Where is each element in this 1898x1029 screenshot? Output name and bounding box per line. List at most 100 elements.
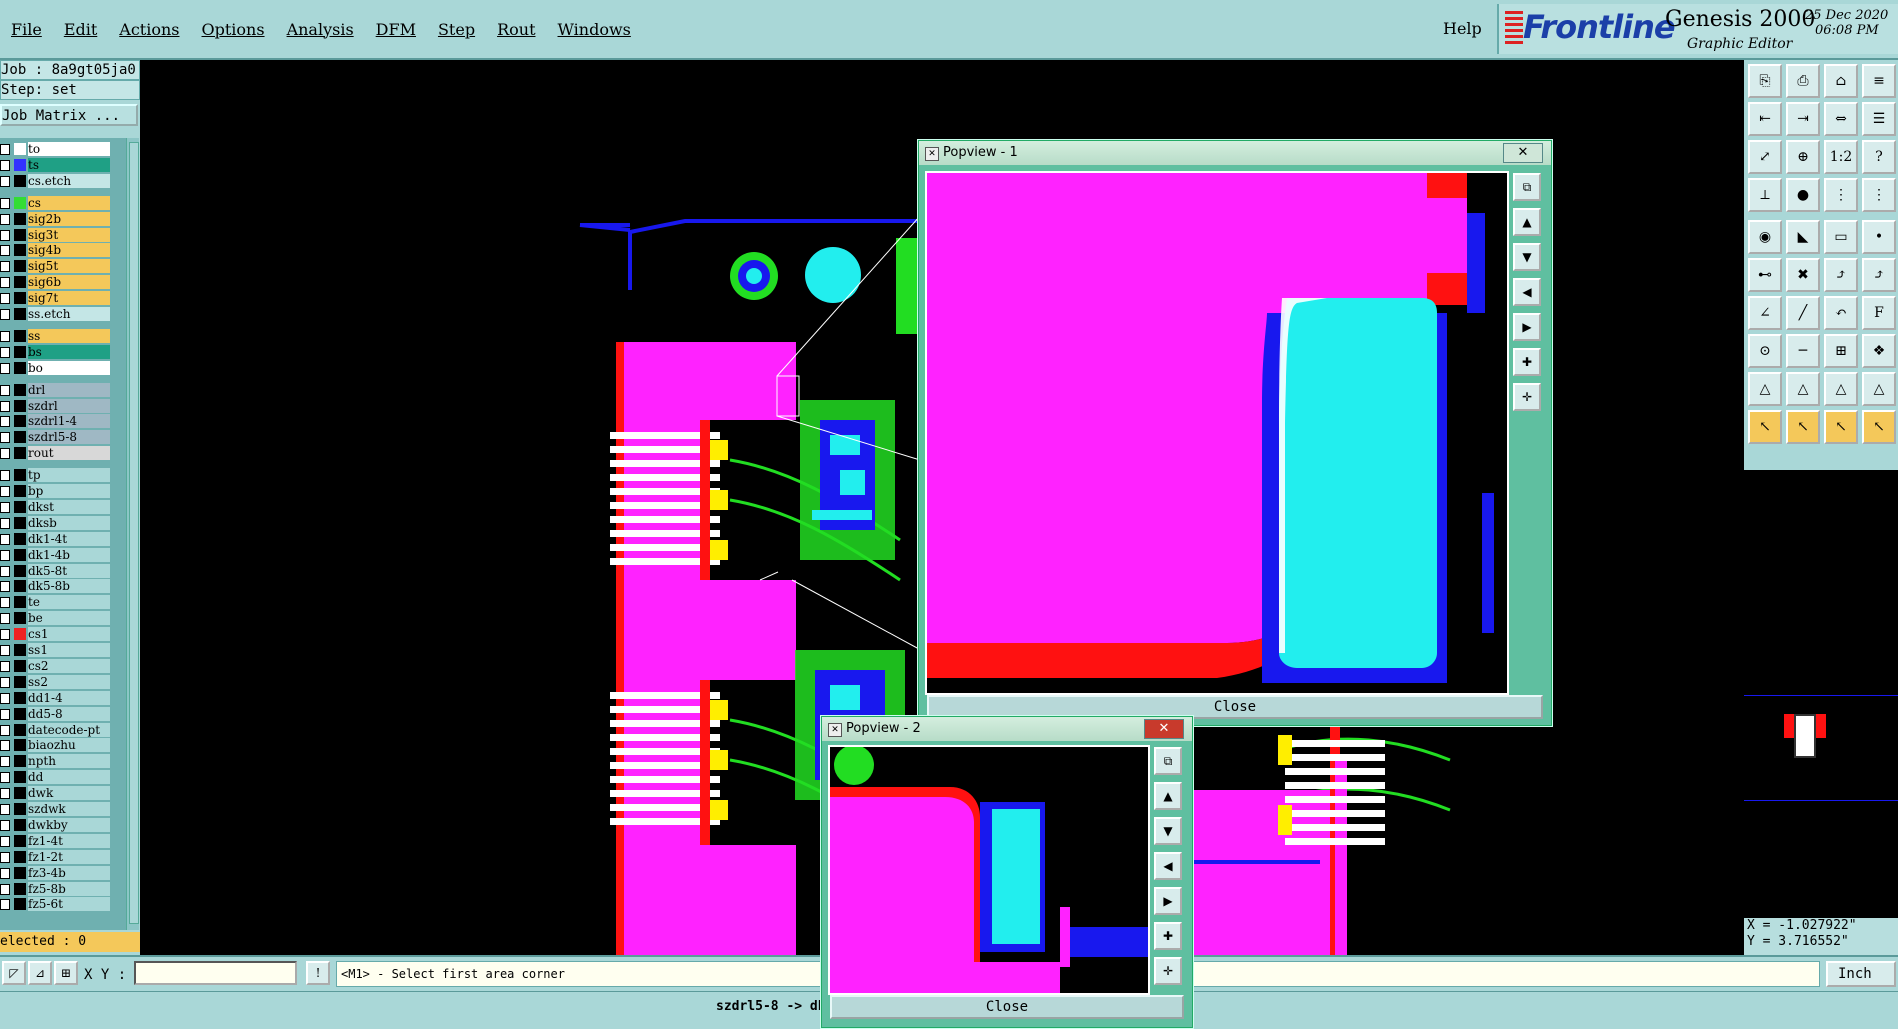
layer-name[interactable]: dk5-8b: [28, 579, 110, 594]
layer-name[interactable]: dwk: [28, 786, 110, 801]
layer-name[interactable]: bp: [28, 484, 110, 498]
layer-checkbox[interactable]: [0, 362, 10, 374]
layers-icon[interactable]: ≡: [1862, 64, 1896, 98]
popview-2-titlebar[interactable]: ✕ Popview - 2 ✕: [822, 717, 1192, 741]
layer-name[interactable]: bo: [28, 360, 110, 375]
layer-checkbox[interactable]: [0, 756, 10, 768]
layer-checkbox[interactable]: [0, 346, 10, 358]
job-matrix-button[interactable]: Job Matrix ...: [0, 104, 138, 126]
menu-actions[interactable]: Actions: [108, 20, 190, 39]
layer-checkbox[interactable]: [0, 470, 10, 482]
layer-name[interactable]: ss2: [28, 674, 110, 689]
layer-row[interactable]: datecode-pt: [0, 722, 126, 737]
probe-icon[interactable]: ●: [1786, 178, 1820, 212]
layer-name[interactable]: dk5-8t: [28, 563, 110, 578]
pan-left-icon[interactable]: ◀: [1513, 278, 1541, 306]
layer-checkbox[interactable]: [0, 708, 10, 720]
layer-checkbox[interactable]: [0, 629, 10, 641]
layer-checkbox[interactable]: [0, 486, 10, 497]
layer-row[interactable]: szdrl1-4: [0, 414, 126, 429]
layer-checkbox[interactable]: [0, 597, 10, 609]
cross-icon[interactable]: ✖: [1786, 258, 1820, 292]
layer-row[interactable]: tp: [0, 468, 126, 483]
snap-icon[interactable]: ◸: [2, 961, 26, 985]
layer-row[interactable]: dkst: [0, 499, 126, 514]
zoom-in-icon[interactable]: ✚: [1154, 922, 1182, 950]
zoom-out-icon[interactable]: ✛: [1154, 957, 1182, 985]
layer-checkbox[interactable]: [0, 432, 10, 444]
layer-row[interactable]: bs: [0, 344, 126, 359]
layer-name[interactable]: ss: [28, 328, 110, 343]
layer-checkbox[interactable]: [0, 533, 10, 545]
layer-name[interactable]: szdrl1-4: [28, 414, 110, 429]
layer-checkbox[interactable]: [0, 645, 10, 656]
layer-row[interactable]: sig5t: [0, 259, 126, 274]
layer-row[interactable]: dd: [0, 770, 126, 785]
layer-name[interactable]: dksb: [28, 515, 110, 530]
layer-row[interactable]: drl: [0, 382, 126, 397]
layer-name[interactable]: cs: [28, 195, 110, 210]
layer-row[interactable]: biaozhu: [0, 738, 126, 753]
layer-checkbox[interactable]: [0, 197, 10, 209]
layer-row[interactable]: dk1-4b: [0, 547, 126, 562]
close-icon[interactable]: ✕: [1144, 719, 1184, 739]
layer-row[interactable]: sig6b: [0, 275, 126, 290]
layer-row[interactable]: cs: [0, 195, 126, 210]
layer-name[interactable]: sig7t: [28, 291, 110, 306]
grid-icon[interactable]: ⊞: [54, 961, 78, 985]
layer-name[interactable]: biaozhu: [28, 738, 110, 753]
close-icon[interactable]: ✕: [1503, 143, 1543, 163]
layer-row[interactable]: dksb: [0, 515, 126, 530]
layer-checkbox[interactable]: [0, 277, 10, 289]
layer-name[interactable]: npth: [28, 754, 110, 769]
layer-name[interactable]: cs1: [28, 627, 110, 642]
mirror-icon[interactable]: ⇔: [1824, 102, 1858, 136]
layer-checkbox[interactable]: [0, 448, 10, 460]
layer-row[interactable]: te: [0, 595, 126, 610]
layer-list-scrollbar[interactable]: [126, 138, 139, 930]
layer-name[interactable]: ss1: [28, 643, 110, 657]
triangle2-icon[interactable]: △: [1786, 372, 1820, 406]
home-icon[interactable]: ⌂: [1824, 64, 1858, 98]
menu-dfm[interactable]: DFM: [365, 20, 427, 39]
triangle-icon[interactable]: △: [1748, 372, 1782, 406]
pan-down-icon[interactable]: ▼: [1513, 243, 1541, 271]
stack-icon[interactable]: ☰: [1862, 102, 1896, 136]
layer-row[interactable]: fz3-4b: [0, 865, 126, 880]
pin-icon[interactable]: ⊙: [1748, 334, 1782, 368]
layer-name[interactable]: tp: [28, 468, 110, 483]
layer-checkbox[interactable]: [0, 660, 10, 672]
layer-checkbox[interactable]: [0, 261, 10, 273]
zoom-in-icon[interactable]: ✚: [1513, 348, 1541, 376]
menu-file[interactable]: File: [0, 20, 53, 39]
layer-name[interactable]: cs2: [28, 658, 110, 673]
layer-row[interactable]: szdwk: [0, 802, 126, 816]
layer-row[interactable]: fz1-4t: [0, 833, 126, 848]
layer-checkbox[interactable]: [0, 565, 10, 577]
layer-name[interactable]: sig5t: [28, 259, 110, 274]
zoom-ratio-icon[interactable]: 1:2: [1824, 140, 1858, 174]
layer-checkbox[interactable]: [0, 501, 10, 513]
layer-name[interactable]: cs.etch: [28, 173, 110, 188]
layer-name[interactable]: fz1-4t: [28, 833, 110, 848]
pan-down-icon[interactable]: ▼: [1154, 817, 1182, 845]
layer-checkbox[interactable]: [0, 851, 10, 863]
help-icon[interactable]: ?: [1862, 140, 1896, 174]
triangle4-icon[interactable]: △: [1862, 372, 1896, 406]
layer-checkbox[interactable]: [0, 804, 10, 815]
layer-name[interactable]: dk1-4t: [28, 531, 110, 546]
connect-icon[interactable]: ⊷: [1748, 258, 1782, 292]
layer-name[interactable]: sig2b: [28, 211, 110, 226]
layer-checkbox[interactable]: [0, 883, 10, 895]
layer-row[interactable]: npth: [0, 754, 126, 769]
layer-row[interactable]: ts: [0, 157, 126, 172]
open-icon[interactable]: ⎘: [1748, 64, 1782, 98]
layer-checkbox[interactable]: [0, 213, 10, 225]
layer-checkbox[interactable]: [0, 724, 10, 736]
layer-checkbox[interactable]: [0, 867, 10, 879]
menu-windows[interactable]: Windows: [547, 20, 642, 39]
layer-row[interactable]: cs1: [0, 627, 126, 642]
select3-icon[interactable]: ↖: [1824, 410, 1858, 444]
popview-1-view[interactable]: [925, 171, 1509, 695]
layer-name[interactable]: fz5-8b: [28, 881, 110, 896]
